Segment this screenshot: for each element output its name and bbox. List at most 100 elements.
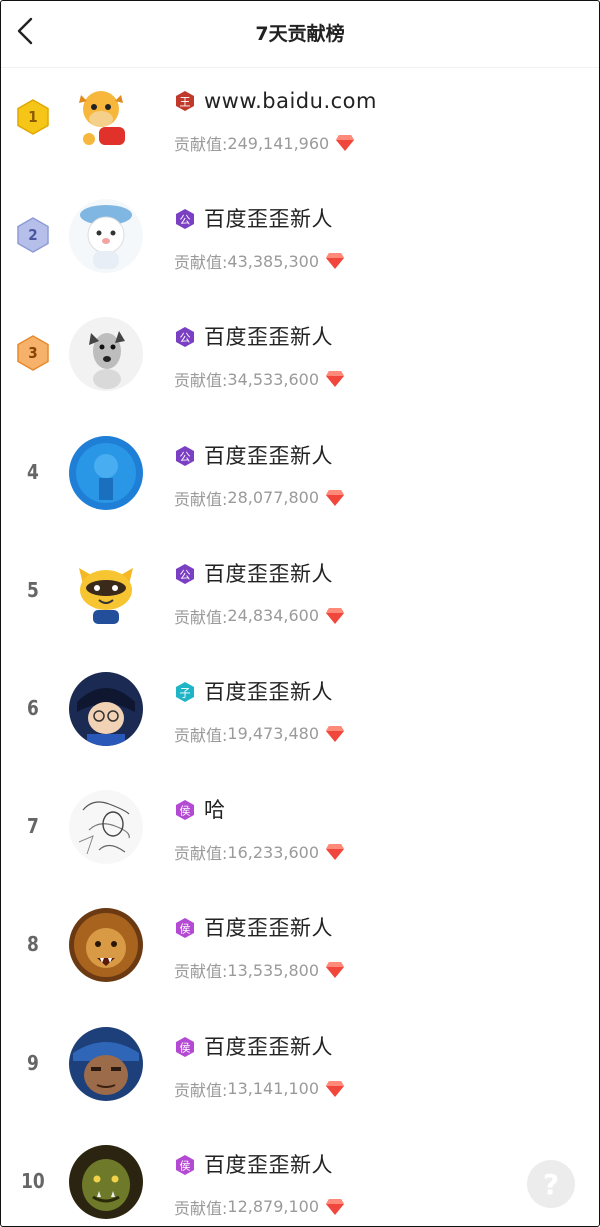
contribution: 贡献值: 249,141,960 [174, 131, 355, 155]
badge-char: 公 [180, 214, 191, 227]
contribution: 贡献值: 13,141,100 [174, 1077, 345, 1101]
badge-char: 侯 [180, 1158, 191, 1172]
gem-icon [326, 371, 345, 388]
username: 百度歪歪新人 [204, 443, 333, 468]
level-badge-icon: 侯 [176, 800, 194, 821]
avatar[interactable] [69, 671, 143, 746]
avatar[interactable] [69, 199, 143, 274]
contribution-value: 43,385,300 [227, 251, 320, 271]
username: 百度歪歪新人 [204, 325, 333, 350]
cartoon-cow-avatar-icon [69, 81, 143, 155]
name-line: 侯 百度歪歪新人 [174, 915, 333, 941]
contribution: 贡献值: 43,385,300 [174, 249, 345, 273]
anime-detective-avatar-icon [69, 671, 143, 746]
leaderboard-row[interactable]: 3 公 百度歪歪新人 贡献值: 34,533,600 [1, 304, 599, 422]
gem-icon [326, 489, 345, 506]
avatar[interactable] [69, 1144, 143, 1219]
username: 百度歪歪新人 [204, 561, 333, 586]
contribution: 贡献值: 28,077,800 [174, 486, 345, 510]
rank-number: 6 [27, 695, 39, 720]
leaderboard-row[interactable]: 2 公 百度歪歪新人 贡献值: 43,385,300 [1, 186, 599, 304]
gem-icon [326, 962, 345, 979]
contribution-value: 34,533,600 [227, 369, 320, 389]
username: 百度歪歪新人 [204, 1152, 333, 1177]
badge-char: 侯 [180, 1040, 191, 1054]
warrior-face-avatar-icon [69, 1026, 143, 1101]
level-badge-icon: 公 [176, 563, 194, 584]
name-line: 公 百度歪歪新人 [174, 561, 333, 587]
badge-char: 公 [180, 568, 191, 581]
leaderboard-row[interactable]: 9 侯 百度歪歪新人 贡献值: 13,141,100 [1, 1014, 599, 1132]
avatar[interactable] [69, 317, 143, 392]
rank-number: 3 [28, 344, 38, 363]
leaderboard-row[interactable]: 5 公 百度歪歪新人 贡献值: 24,834,600 [1, 541, 599, 659]
gem-icon [326, 607, 345, 624]
orc-face-avatar-icon [69, 1144, 143, 1219]
avatar[interactable] [69, 553, 143, 628]
contribution-label: 贡献值: [174, 607, 228, 627]
rank-badge-silver: 2 [15, 216, 51, 254]
username: 百度歪歪新人 [204, 679, 333, 704]
name-line: 子 百度歪歪新人 [174, 679, 333, 705]
rank-number: 5 [27, 577, 39, 602]
leaderboard-row[interactable]: 10 侯 百度歪歪新人 贡献值: 12,879,100 [1, 1132, 599, 1226]
help-icon: ? [542, 1167, 560, 1201]
level-badge-icon: 王 [176, 91, 194, 111]
rank-label: 4 [15, 453, 51, 491]
sketch-drawing-avatar-icon [69, 790, 143, 865]
username: www.baidu.com [204, 89, 377, 113]
contribution-label: 贡献值: [174, 1080, 228, 1100]
avatar[interactable] [69, 908, 143, 983]
leaderboard-row[interactable]: 6 子 百度歪歪新人 贡献值: 19,473,480 [1, 659, 599, 777]
help-button[interactable]: ? [527, 1160, 575, 1208]
badge-char: 公 [180, 450, 191, 463]
level-badge-icon: 侯 [176, 918, 194, 939]
contribution: 贡献值: 12,879,100 [174, 1195, 345, 1219]
contribution: 贡献值: 24,834,600 [174, 604, 345, 628]
rank-number: 9 [27, 1050, 39, 1075]
rank-badge-bronze: 3 [15, 334, 51, 372]
name-line: 公 百度歪歪新人 [174, 324, 333, 350]
header: 7天贡献榜 [1, 1, 599, 68]
contribution-label: 贡献值: [174, 844, 228, 864]
leaderboard-list: 1 王 www.baidu.com 贡献值: 249,141,960 2 公 百… [1, 68, 599, 1226]
contribution-label: 贡献值: [174, 371, 228, 391]
cartoon-bear-avatar-icon [69, 199, 143, 274]
avatar[interactable] [69, 435, 143, 510]
gem-icon [336, 135, 355, 151]
avatar[interactable] [69, 790, 143, 865]
level-badge-icon: 公 [176, 327, 194, 348]
rank-label: 8 [15, 925, 51, 963]
contribution-value: 12,879,100 [227, 1197, 320, 1217]
rank-number: 7 [27, 814, 39, 839]
contribution: 贡献值: 16,233,600 [174, 840, 345, 864]
contribution-value: 24,834,600 [227, 606, 320, 626]
avatar[interactable] [69, 81, 143, 155]
rank-label: 9 [15, 1044, 51, 1082]
page-title: 7天贡献榜 [255, 23, 345, 45]
rank-number: 10 [21, 1168, 45, 1193]
leaderboard-row[interactable]: 4 公 百度歪歪新人 贡献值: 28,077,800 [1, 423, 599, 541]
contribution-label: 贡献值: [174, 725, 228, 745]
contribution-label: 贡献值: [174, 962, 228, 982]
rank-number: 1 [28, 108, 38, 126]
gem-icon [326, 253, 345, 270]
gem-icon [326, 1198, 345, 1215]
username: 百度歪歪新人 [204, 207, 333, 232]
name-line: 侯 哈 [174, 797, 226, 823]
rank-label: 5 [15, 571, 51, 609]
contribution-value: 13,535,800 [227, 960, 320, 980]
dog-avatar-icon [69, 317, 143, 392]
leaderboard-row[interactable]: 1 王 www.baidu.com 贡献值: 249,141,960 [1, 68, 599, 186]
contribution-value: 19,473,480 [227, 724, 320, 744]
leaderboard-row[interactable]: 8 侯 百度歪歪新人 贡献值: 13,535,800 [1, 895, 599, 1013]
rank-label: 6 [15, 689, 51, 727]
gem-icon [326, 725, 345, 742]
contribution-value: 249,141,960 [227, 133, 330, 153]
contribution: 贡献值: 19,473,480 [174, 722, 345, 746]
contribution-label: 贡献值: [174, 135, 228, 154]
avatar[interactable] [69, 1026, 143, 1101]
contribution: 贡献值: 13,535,800 [174, 958, 345, 982]
leaderboard-row[interactable]: 7 侯 哈 贡献值: 16,233,600 [1, 777, 599, 895]
badge-char: 子 [180, 686, 191, 699]
